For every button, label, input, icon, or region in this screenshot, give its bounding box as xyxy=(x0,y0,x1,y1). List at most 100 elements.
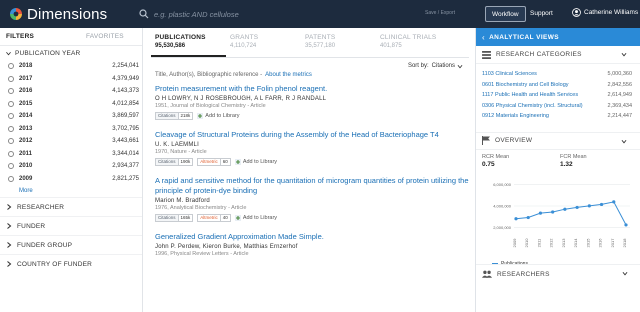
altmetric-badge[interactable]: Altmetric 40 xyxy=(197,213,231,222)
category-count: 2,614,949 xyxy=(607,92,632,99)
search-bar[interactable] xyxy=(139,6,459,22)
filter-group-funder-group[interactable]: FUNDER GROUP xyxy=(0,235,142,254)
add-to-library-button[interactable]: Add to Library xyxy=(234,158,277,165)
data-point[interactable] xyxy=(599,202,604,206)
filter-group-country-of-funder[interactable]: COUNTRY OF FUNDER xyxy=(0,254,142,273)
user-menu[interactable]: Catherine Williams xyxy=(572,8,638,17)
radio-button[interactable] xyxy=(8,125,14,132)
year-label: 2015 xyxy=(19,100,33,107)
category-row[interactable]: 0601 Biochemistry and Cell Biology 2,842,… xyxy=(476,80,640,91)
tab-favorites[interactable]: FAVORITES xyxy=(80,33,130,40)
chevron-down-icon[interactable] xyxy=(621,52,627,57)
filter-group-funder[interactable]: FUNDER xyxy=(0,216,142,235)
save-export-link[interactable]: Save / Export xyxy=(425,10,455,16)
data-point[interactable] xyxy=(526,215,530,219)
data-point[interactable] xyxy=(624,222,628,227)
researchers-header[interactable]: RESEARCHERS xyxy=(476,265,640,283)
tab-clinical-trials[interactable]: CLINICAL TRIALS 401,875 xyxy=(376,28,451,57)
filter-group-researcher[interactable]: RESEARCHER xyxy=(0,197,142,216)
tab-filters[interactable]: FILTERS xyxy=(0,33,40,40)
article-authors: O H LOWRY, N J ROSEBROUGH, A L FARR, R J… xyxy=(155,96,327,102)
user-icon xyxy=(572,8,581,17)
chevron-down-icon[interactable] xyxy=(621,139,627,144)
sort-by-control[interactable]: Sort by: Citations xyxy=(408,63,463,69)
chevron-down-icon xyxy=(6,51,11,55)
radio-button[interactable] xyxy=(8,63,14,70)
category-name[interactable]: 0912 Materials Engineering xyxy=(482,113,549,119)
category-row[interactable]: 1103 Clinical Sciences 5,000,360 xyxy=(476,69,640,80)
publication-year-toggle[interactable]: PUBLICATION YEAR xyxy=(0,46,142,60)
citations-badge[interactable]: Citations 165k xyxy=(155,213,194,222)
tab-publications[interactable]: PUBLICATIONS 95,530,586 xyxy=(151,28,226,57)
article-title-link[interactable]: A rapid and sensitive method for the qua… xyxy=(155,176,469,196)
add-to-library-button[interactable]: Add to Library xyxy=(234,214,277,221)
radio-button[interactable] xyxy=(8,163,14,170)
data-point[interactable] xyxy=(575,205,579,209)
y-tick-label: 4,000,000 xyxy=(493,203,512,208)
year-filter-row[interactable]: 2018 2,254,041 xyxy=(0,60,142,73)
radio-button[interactable] xyxy=(8,100,14,107)
category-name[interactable]: 1103 Clinical Sciences xyxy=(482,71,537,77)
citations-badge-value: 165k xyxy=(180,215,191,220)
tab-count: 35,577,180 xyxy=(305,43,336,49)
tab-patents[interactable]: PATENTS 35,577,180 xyxy=(301,28,376,57)
year-filter-row[interactable]: 2016 4,143,373 xyxy=(0,85,142,98)
year-filter-row[interactable]: 2014 3,869,597 xyxy=(0,110,142,123)
data-point[interactable] xyxy=(514,216,518,220)
radio-button[interactable] xyxy=(8,175,14,182)
tab-grants[interactable]: GRANTS 4,110,724 xyxy=(226,28,301,57)
article-title-link[interactable]: Protein measurement with the Folin pheno… xyxy=(155,84,469,94)
rcr-stat: RCR Mean 0.75 xyxy=(482,154,560,168)
year-filter-row[interactable]: 2017 4,379,949 xyxy=(0,73,142,86)
category-row[interactable]: 0912 Materials Engineering 2,214,447 xyxy=(476,111,640,122)
support-link[interactable]: Support xyxy=(530,10,553,17)
category-row[interactable]: 0306 Physical Chemistry (incl. Structura… xyxy=(476,101,640,112)
data-point[interactable] xyxy=(551,209,555,214)
search-icon[interactable] xyxy=(139,9,149,19)
radio-button[interactable] xyxy=(8,138,14,145)
year-filter-row[interactable]: 2012 3,443,661 xyxy=(0,135,142,148)
research-categories-header[interactable]: RESEARCH CATEGORIES xyxy=(476,46,640,64)
year-filter-row[interactable]: 2015 4,012,854 xyxy=(0,98,142,111)
radio-button[interactable] xyxy=(8,113,14,120)
data-point[interactable] xyxy=(587,203,591,207)
year-filter-row[interactable]: 2011 3,344,014 xyxy=(0,148,142,161)
workflow-button[interactable]: Workflow xyxy=(485,6,526,22)
radio-button[interactable] xyxy=(8,150,14,157)
filter-group-label: FUNDER xyxy=(17,222,46,230)
category-row[interactable]: 1117 Public Health and Health Services 2,… xyxy=(476,90,640,101)
year-filter-row[interactable]: 2009 2,821,275 xyxy=(0,173,142,186)
results-panel: PUBLICATIONS 95,530,586 GRANTS 4,110,724 PAT… xyxy=(151,28,469,312)
year-filter-row[interactable]: 2013 3,702,795 xyxy=(0,123,142,136)
citations-badge[interactable]: Citations 190k xyxy=(155,157,194,166)
flag-icon xyxy=(482,136,490,145)
category-name[interactable]: 0601 Biochemistry and Cell Biology xyxy=(482,82,569,88)
year-filter-row[interactable]: 2010 2,934,377 xyxy=(0,160,142,173)
metrics-line: Title, Author(s), Bibliographic referenc… xyxy=(151,70,469,80)
category-name[interactable]: 0306 Physical Chemistry (incl. Structura… xyxy=(482,103,583,109)
about-metrics-link[interactable]: About the metrics xyxy=(265,72,312,78)
data-point[interactable] xyxy=(563,207,567,211)
year-count: 3,869,597 xyxy=(112,113,139,120)
article-title-link[interactable]: Cleavage of Structural Proteins during t… xyxy=(155,130,469,140)
citations-badge[interactable]: Citations 218k xyxy=(155,111,194,120)
chevron-down-icon[interactable] xyxy=(622,271,628,276)
altmetric-badge[interactable]: Altmetric 60 xyxy=(197,157,231,166)
radio-button[interactable] xyxy=(8,75,14,82)
chevron-left-icon[interactable]: ‹ xyxy=(482,33,485,42)
category-name[interactable]: 1117 Public Health and Health Services xyxy=(482,92,578,98)
article-title-link[interactable]: Generalized Gradient Approximation Made … xyxy=(155,232,469,242)
data-point[interactable] xyxy=(612,199,616,203)
filter-tabs: FILTERS FAVORITES xyxy=(0,28,142,46)
year-label: 2012 xyxy=(19,138,33,145)
search-input[interactable] xyxy=(154,9,354,19)
dimensions-logo[interactable]: Dimensions xyxy=(9,6,134,23)
logo-text: Dimensions xyxy=(27,5,108,23)
data-point[interactable] xyxy=(538,211,543,215)
add-to-library-button[interactable]: Add to Library xyxy=(197,112,240,119)
analytical-views-header[interactable]: ‹ ANALYTICAL VIEWS xyxy=(476,28,640,46)
more-link[interactable]: More xyxy=(0,185,142,197)
radio-button[interactable] xyxy=(8,88,14,95)
year-label: 2017 xyxy=(19,75,33,82)
overview-header[interactable]: OVERVIEW xyxy=(476,131,640,150)
